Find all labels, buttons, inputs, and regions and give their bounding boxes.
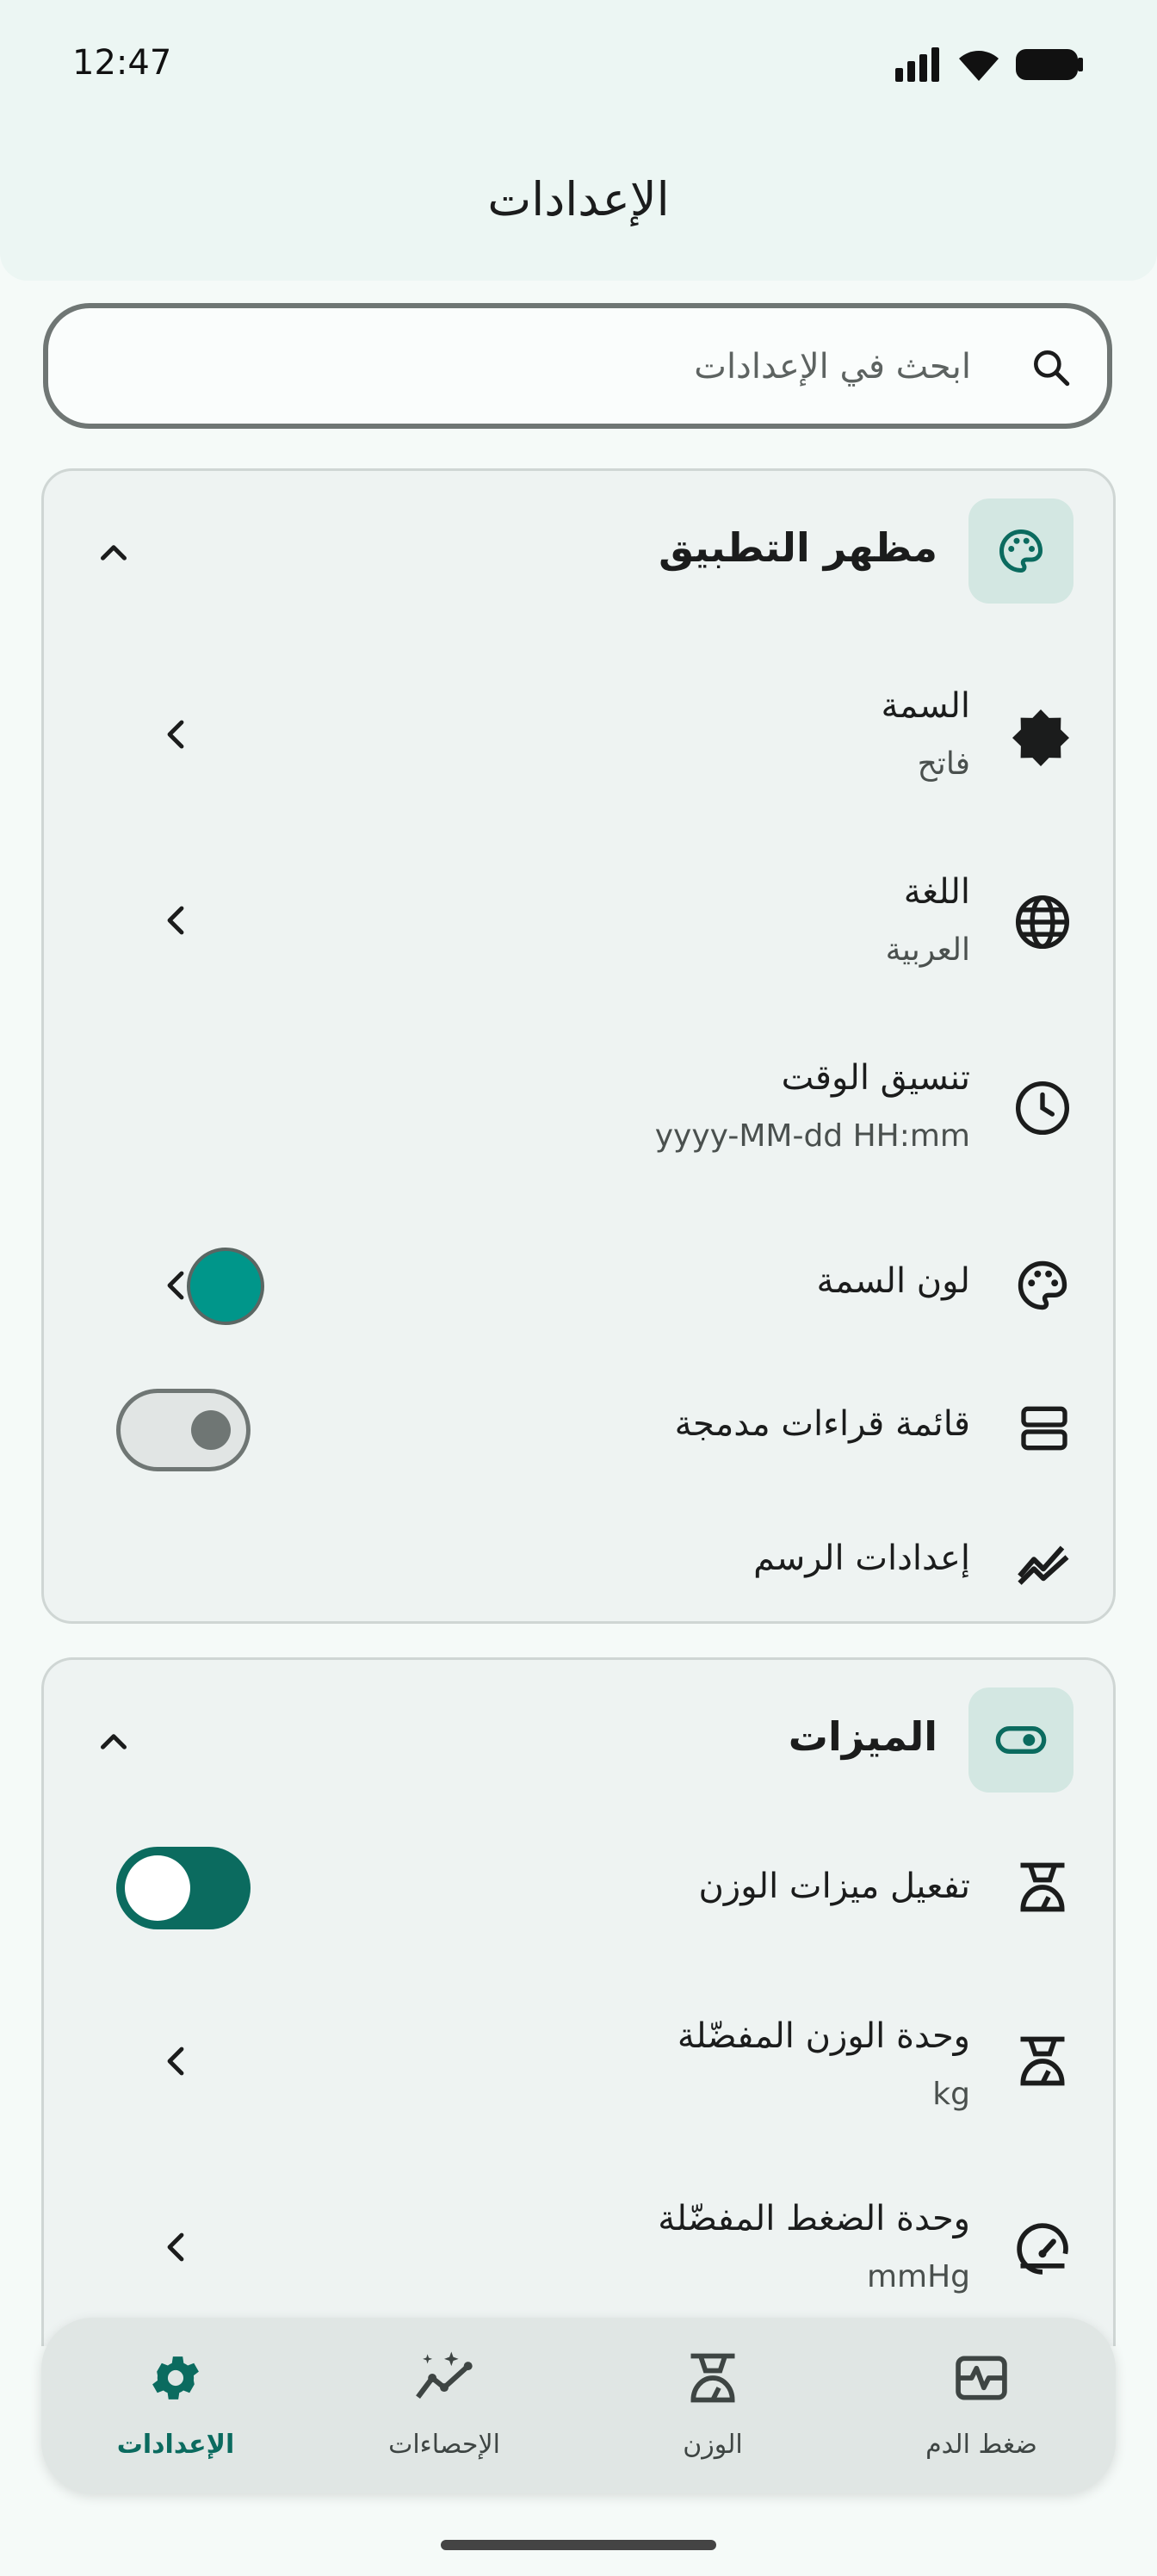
- scale-icon: [1020, 1862, 1065, 1912]
- toggle-knob: [191, 1410, 231, 1450]
- pressure-unit-title: وحدة الضغط المفضّلة: [658, 2199, 970, 2239]
- view-agenda-icon: [1021, 1406, 1067, 1451]
- toggle-icon: [995, 1726, 1047, 1754]
- toggle-knob: [125, 1855, 190, 1921]
- features-header[interactable]: الميزات: [44, 1660, 1113, 1832]
- nav-label: ضغط الدم: [925, 2430, 1037, 2460]
- time-format-value: yyyy-MM-dd HH:mm: [654, 1118, 970, 1154]
- search-bar[interactable]: ابحث في الإعدادات: [43, 303, 1112, 429]
- compact-list-title: قائمة قراءات مدمجة: [674, 1404, 970, 1444]
- bottom-navigation: الإعدادات الإحصاءات الوزن ضغط الدم: [41, 2318, 1116, 2493]
- language-title: اللغة: [903, 872, 970, 912]
- home-indicator[interactable]: [441, 2540, 716, 2550]
- compact-list-toggle[interactable]: [116, 1389, 251, 1471]
- enable-weight-title: تفعيل ميزات الوزن: [698, 1867, 970, 1906]
- brightness-icon: [1012, 709, 1069, 766]
- chart-line-icon: [1018, 1545, 1069, 1585]
- theme-color-title: لون السمة: [816, 1261, 971, 1301]
- features-card: الميزات تفعيل ميزات الوزن وحدة الوزن الم…: [41, 1657, 1116, 2346]
- wifi-icon: [959, 51, 999, 81]
- language-value: العربية: [885, 932, 970, 968]
- status-icons: [895, 46, 1085, 83]
- battery-icon: [1016, 49, 1083, 80]
- signal-icon: [895, 47, 939, 82]
- theme-color-row[interactable]: لون السمة: [44, 1215, 1113, 1361]
- chart-settings-row[interactable]: إعدادات الرسم: [44, 1501, 1113, 1621]
- chevron-left-icon: [167, 720, 184, 749]
- search-icon: [1034, 350, 1070, 387]
- nav-label: الإحصاءات: [388, 2430, 500, 2460]
- weight-unit-title: وحدة الوزن المفضّلة: [677, 2016, 970, 2056]
- weight-unit-value: kg: [932, 2077, 970, 2112]
- chart-settings-title: إعدادات الرسم: [753, 1539, 970, 1578]
- pressure-unit-value: mmHg: [866, 2259, 970, 2294]
- compact-list-row[interactable]: قائمة قراءات مدمجة: [44, 1366, 1113, 1495]
- language-row[interactable]: اللغة العربية: [44, 846, 1113, 1019]
- features-icon-box: [968, 1687, 1073, 1793]
- enable-weight-toggle[interactable]: [116, 1847, 251, 1929]
- enable-weight-row[interactable]: تفعيل ميزات الوزن: [44, 1824, 1113, 1953]
- appearance-icon-box: [968, 498, 1073, 604]
- nav-blood-pressure[interactable]: ضغط الدم: [847, 2318, 1116, 2493]
- appearance-header[interactable]: مظهر التطبيق: [44, 471, 1113, 643]
- chevron-left-icon: [167, 1271, 184, 1300]
- chevron-up-icon[interactable]: [92, 531, 135, 574]
- weight-unit-row[interactable]: وحدة الوزن المفضّلة kg: [44, 1987, 1113, 2159]
- palette-icon: [999, 529, 1043, 573]
- features-title: الميزات: [788, 1713, 937, 1760]
- monitor-heart-icon: [956, 2356, 1007, 2400]
- search-placeholder: ابحث في الإعدادات: [694, 347, 971, 387]
- time-format-title: تنسيق الوقت: [781, 1058, 970, 1098]
- theme-row[interactable]: السمة فاتح: [44, 660, 1113, 833]
- top-app-bar: 12:47 الإعدادات: [0, 0, 1157, 281]
- globe-icon: [1015, 895, 1070, 950]
- nav-label: الإعدادات: [116, 2430, 235, 2460]
- theme-value: فاتح: [917, 746, 970, 782]
- page-title: الإعدادات: [487, 172, 670, 226]
- chevron-left-icon: [167, 2232, 184, 2262]
- time-format-row[interactable]: تنسيق الوقت yyyy-MM-dd HH:mm: [44, 1032, 1113, 1204]
- scale-icon: [690, 2353, 735, 2403]
- palette-icon: [1018, 1260, 1067, 1310]
- theme-title: السمة: [881, 686, 970, 726]
- gauge-icon: [1017, 2223, 1068, 2275]
- gear-icon: [152, 2356, 199, 2400]
- chevron-left-icon: [167, 2047, 184, 2076]
- chevron-up-icon[interactable]: [92, 1720, 135, 1763]
- appearance-card: مظهر التطبيق السمة فاتح اللغة العربية تن…: [41, 468, 1116, 1624]
- status-time: 12:47: [72, 43, 172, 83]
- appearance-title: مظهر التطبيق: [659, 524, 937, 571]
- nav-settings[interactable]: الإعدادات: [41, 2318, 310, 2493]
- clock-icon: [1015, 1081, 1070, 1136]
- theme-color-swatch: [187, 1248, 264, 1325]
- scale-icon: [1020, 2036, 1065, 2086]
- stats-sparkle-icon: [416, 2351, 473, 2399]
- nav-weight[interactable]: الوزن: [578, 2318, 847, 2493]
- nav-statistics[interactable]: الإحصاءات: [310, 2318, 578, 2493]
- nav-label: الوزن: [683, 2430, 743, 2460]
- chevron-left-icon: [167, 906, 184, 935]
